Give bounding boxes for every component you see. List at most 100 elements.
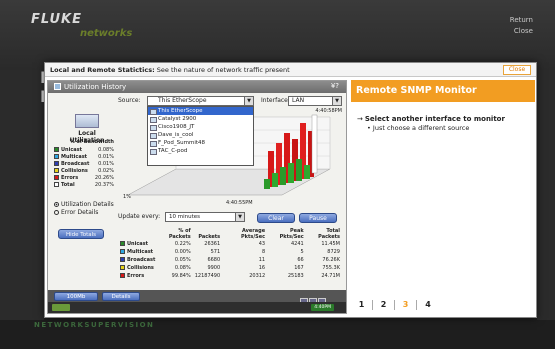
dropdown-item[interactable]: Dave_is_cool	[148, 131, 253, 139]
row-label: Unicast	[118, 240, 157, 248]
utilization-icon	[54, 83, 61, 90]
table-header-row: % of Packets Packets Average Pkts/Sec Pe…	[168, 228, 340, 240]
legend-value: 0.01%	[98, 154, 114, 160]
screen-title: Utilization History	[64, 83, 127, 91]
pause-button[interactable]: Pause	[299, 213, 337, 223]
update-interval-select[interactable]: 10 minutes ▼	[165, 212, 245, 222]
dropdown-item[interactable]: This EtherScope	[148, 107, 253, 115]
table-cell: 20312	[249, 273, 266, 279]
radio-icon[interactable]	[54, 210, 59, 215]
chevron-down-icon[interactable]: ▼	[244, 97, 253, 105]
table-cell: 99.84%	[171, 273, 191, 279]
table-cell: 11.45M	[321, 241, 340, 247]
legend-swatch	[54, 175, 59, 180]
legend-value: 0.01%	[98, 161, 114, 167]
utilization-details-radio[interactable]: Utilization Details	[54, 201, 114, 209]
table-cell: 16	[258, 265, 266, 271]
screen-title-bar: Utilization History	[48, 81, 346, 93]
speed-button[interactable]: 100Mb	[54, 292, 98, 301]
legend-swatch	[54, 182, 59, 187]
legend-name: Broadcast	[61, 161, 90, 167]
close-link[interactable]: Close	[510, 26, 533, 37]
table-cell: 0.00%	[174, 249, 191, 255]
legend-header: % of Bandwidth	[69, 139, 114, 145]
arrow-right-icon: →	[357, 115, 363, 123]
close-button[interactable]: Close	[503, 65, 531, 75]
legend-value: 0.02%	[98, 168, 114, 174]
row-label: Errors	[118, 272, 157, 280]
table-cell: 0.22%	[174, 241, 191, 247]
legend-swatch	[54, 168, 59, 173]
etherscope-screen: Utilization History ¥? Source: This Ethe…	[47, 80, 347, 314]
source-dropdown-list: This EtherScope Catalyst 2900 Cisco1908_…	[147, 106, 254, 166]
legend-row: Collisions 0.02%	[54, 168, 114, 175]
modal-subtitle: See the nature of network traffic presen…	[154, 66, 290, 74]
return-link[interactable]: Return	[510, 15, 533, 26]
legend-name: Total	[61, 182, 75, 188]
legend-value: 20.26%	[94, 175, 114, 181]
statistics-modal: Local and Remote Statictics: See the nat…	[44, 62, 537, 318]
details-button[interactable]: Details	[102, 292, 140, 301]
interface-select[interactable]: LAN ▼	[288, 96, 342, 106]
chevron-down-icon[interactable]: ▼	[332, 97, 341, 105]
row-swatch	[120, 249, 125, 254]
row-swatch	[120, 257, 125, 262]
legend-swatch	[54, 147, 59, 152]
legend-row: Unicast 0.08%	[54, 147, 114, 154]
interface-label: Interface:	[261, 97, 290, 104]
page-1[interactable]: 1	[351, 300, 373, 310]
dropdown-item[interactable]: Cisco1908_JT	[148, 123, 253, 131]
error-details-radio[interactable]: Error Details	[54, 209, 114, 217]
table-cell: 43	[258, 241, 266, 247]
legend-swatch	[54, 154, 59, 159]
remote-panel-title: Remote SNMP Monitor	[351, 80, 535, 102]
legend-value: 0.08%	[98, 147, 114, 153]
table-row: Errors 99.84% 12187490 20312 25183 24.71M	[118, 272, 342, 280]
dropdown-item[interactable]: Catalyst 2900	[148, 115, 253, 123]
radio-selected-icon[interactable]	[54, 202, 59, 207]
update-label: Update every:	[118, 213, 161, 220]
row-swatch	[120, 241, 125, 246]
legend-row: Errors 20.26%	[54, 175, 114, 182]
row-swatch	[120, 273, 125, 278]
table-row: Broadcast 0.05% 6680 11 66 76.26K	[118, 256, 342, 264]
page-3[interactable]: 3	[395, 300, 417, 310]
background-left-panel	[0, 70, 44, 320]
table-cell: 755.3K	[322, 265, 340, 271]
modal-title: Local and Remote Statictics:	[50, 66, 155, 74]
logo-subtitle: networks	[80, 28, 133, 39]
page-4[interactable]: 4	[417, 300, 439, 310]
hide-totals-button[interactable]: Hide Totals	[58, 229, 104, 239]
traffic-stats-table: % of Packets Packets Average Pkts/Sec Pe…	[118, 227, 342, 280]
row-label: Collisions	[118, 264, 157, 272]
legend-row: Multicast 0.01%	[54, 154, 114, 161]
source-select[interactable]: This EtherScope ▼	[147, 96, 254, 106]
legend-name: Errors	[61, 175, 79, 181]
status-clock: 4:40PM	[311, 304, 334, 311]
help-icon[interactable]: ¥?	[331, 82, 339, 90]
table-cell: 9900	[207, 265, 221, 271]
dropdown-item[interactable]: F_Pod_Summit48	[148, 139, 253, 147]
legend-name: Collisions	[61, 168, 88, 174]
page-2[interactable]: 2	[373, 300, 395, 310]
table-row: Multicast 0.00% 571 8 5 8729	[118, 248, 342, 256]
detail-radio-group: Utilization Details Error Details	[54, 201, 114, 217]
legend-row: Total 20.37%	[54, 182, 114, 189]
table-cell: 25183	[287, 273, 304, 279]
row-label: Multicast	[118, 248, 157, 256]
clear-button[interactable]: Clear	[257, 213, 295, 223]
percent-axis-label: 1%	[123, 194, 131, 200]
chevron-down-icon[interactable]: ▼	[235, 213, 244, 221]
table-cell: 24.71M	[321, 273, 340, 279]
legend-name: Multicast	[61, 154, 88, 160]
fluke-logo: FLUKE	[31, 12, 82, 27]
table-cell: 66	[297, 257, 304, 263]
dropdown-item[interactable]: TAC_C-pod	[148, 147, 253, 155]
table-cell: 76.26K	[322, 257, 340, 263]
table-row: Unicast 0.22% 26361 43 4241 11.45M	[118, 240, 342, 248]
instruction-sub: • Just choose a different source	[367, 124, 470, 132]
bandwidth-legend: % of Bandwidth Unicast 0.08% Multicast 0.01…	[54, 139, 114, 189]
row-swatch	[120, 265, 125, 270]
table-cell: 5	[300, 249, 304, 255]
time-label-bottom: 4:40:55PM	[226, 200, 253, 206]
